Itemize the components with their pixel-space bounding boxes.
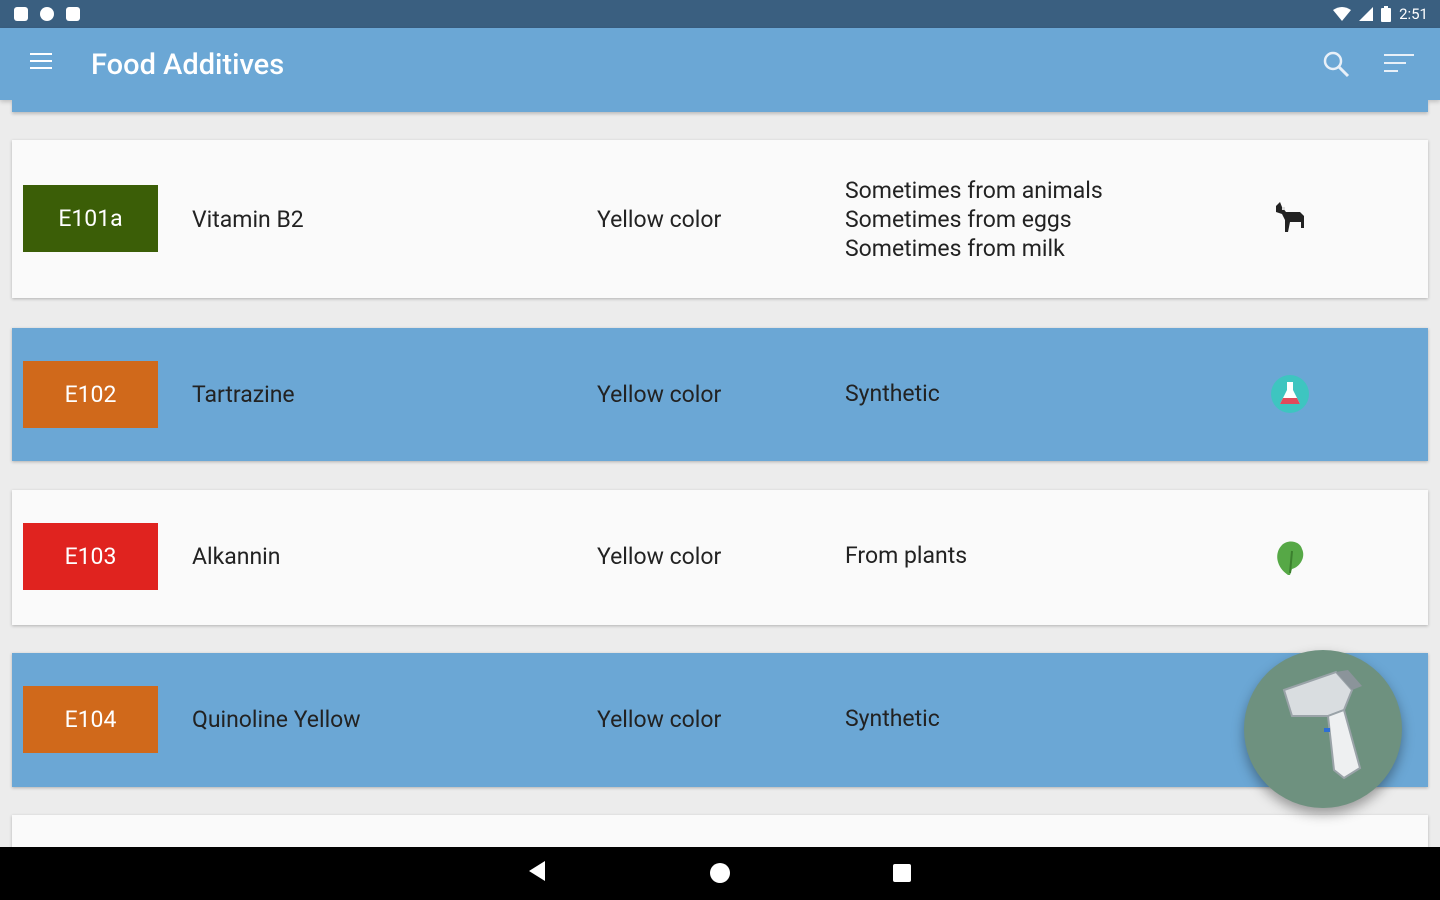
additive-name: Vitamin B2 [192,206,304,233]
additive-function: Yellow color [597,543,722,570]
additive-row[interactable]: E103 Alkannin Yellow color From plants [12,490,1428,625]
status-time: 2:51 [1399,5,1428,23]
app-bar: Food Additives [0,28,1440,100]
leaf-plant-icon [1277,541,1304,575]
sort-icon[interactable] [1384,54,1414,76]
notification-icon [40,7,54,21]
barcode-scanner-icon [1282,670,1362,780]
previous-row-partial[interactable] [12,100,1428,112]
additive-row[interactable]: E104 Quinoline Yellow Yellow color Synth… [12,653,1428,787]
additive-origin: Sometimes from animals Sometimes from eg… [845,176,1103,263]
scan-barcode-button[interactable] [1244,650,1402,808]
hamburger-menu-icon[interactable] [30,53,52,71]
flask-icon [1271,375,1309,413]
additive-origin: From plants [845,541,967,570]
additive-name: Alkannin [192,543,281,570]
status-notification-icons [14,7,80,21]
nav-recent-apps-icon[interactable] [893,864,911,882]
e-number-badge: E103 [23,523,158,590]
additive-function: Yellow color [597,381,722,408]
origin-line: From plants [845,542,968,569]
additive-row[interactable]: E101a Vitamin B2 Yellow color Sometimes … [12,140,1428,298]
additive-row[interactable]: E102 Tartrazine Yellow color Synthetic [12,328,1428,461]
status-bar: 2:51 [0,0,1440,28]
system-navigation-bar [0,847,1440,900]
additive-origin: Synthetic [845,704,940,733]
origin-line: Sometimes from animals [845,177,1103,204]
additive-row-partial[interactable] [12,815,1428,847]
wifi-icon [1333,7,1352,21]
nav-back-icon[interactable] [529,861,545,881]
additive-origin: Synthetic [845,379,940,408]
e-number-badge: E101a [23,185,158,252]
e-number-badge: E104 [23,686,158,753]
nav-home-icon[interactable] [710,863,730,883]
additive-function: Yellow color [597,706,722,733]
origin-line: Synthetic [845,705,940,732]
notification-icon [14,7,28,21]
additive-name: Tartrazine [192,381,295,408]
origin-line: Synthetic [845,380,940,407]
sd-card-icon [66,7,80,21]
cell-signal-icon [1359,7,1374,21]
additive-function: Yellow color [597,206,722,233]
search-icon[interactable] [1322,50,1350,78]
additive-name: Quinoline Yellow [192,706,361,733]
additives-list[interactable]: E101a Vitamin B2 Yellow color Sometimes … [0,100,1440,847]
animal-donkey-icon [1276,202,1304,232]
origin-line: Sometimes from milk [845,235,1065,262]
battery-icon [1381,6,1392,22]
origin-line: Sometimes from eggs [845,206,1072,233]
page-title: Food Additives [91,48,285,82]
e-number-badge: E102 [23,361,158,428]
status-system-icons: 2:51 [1333,5,1428,23]
